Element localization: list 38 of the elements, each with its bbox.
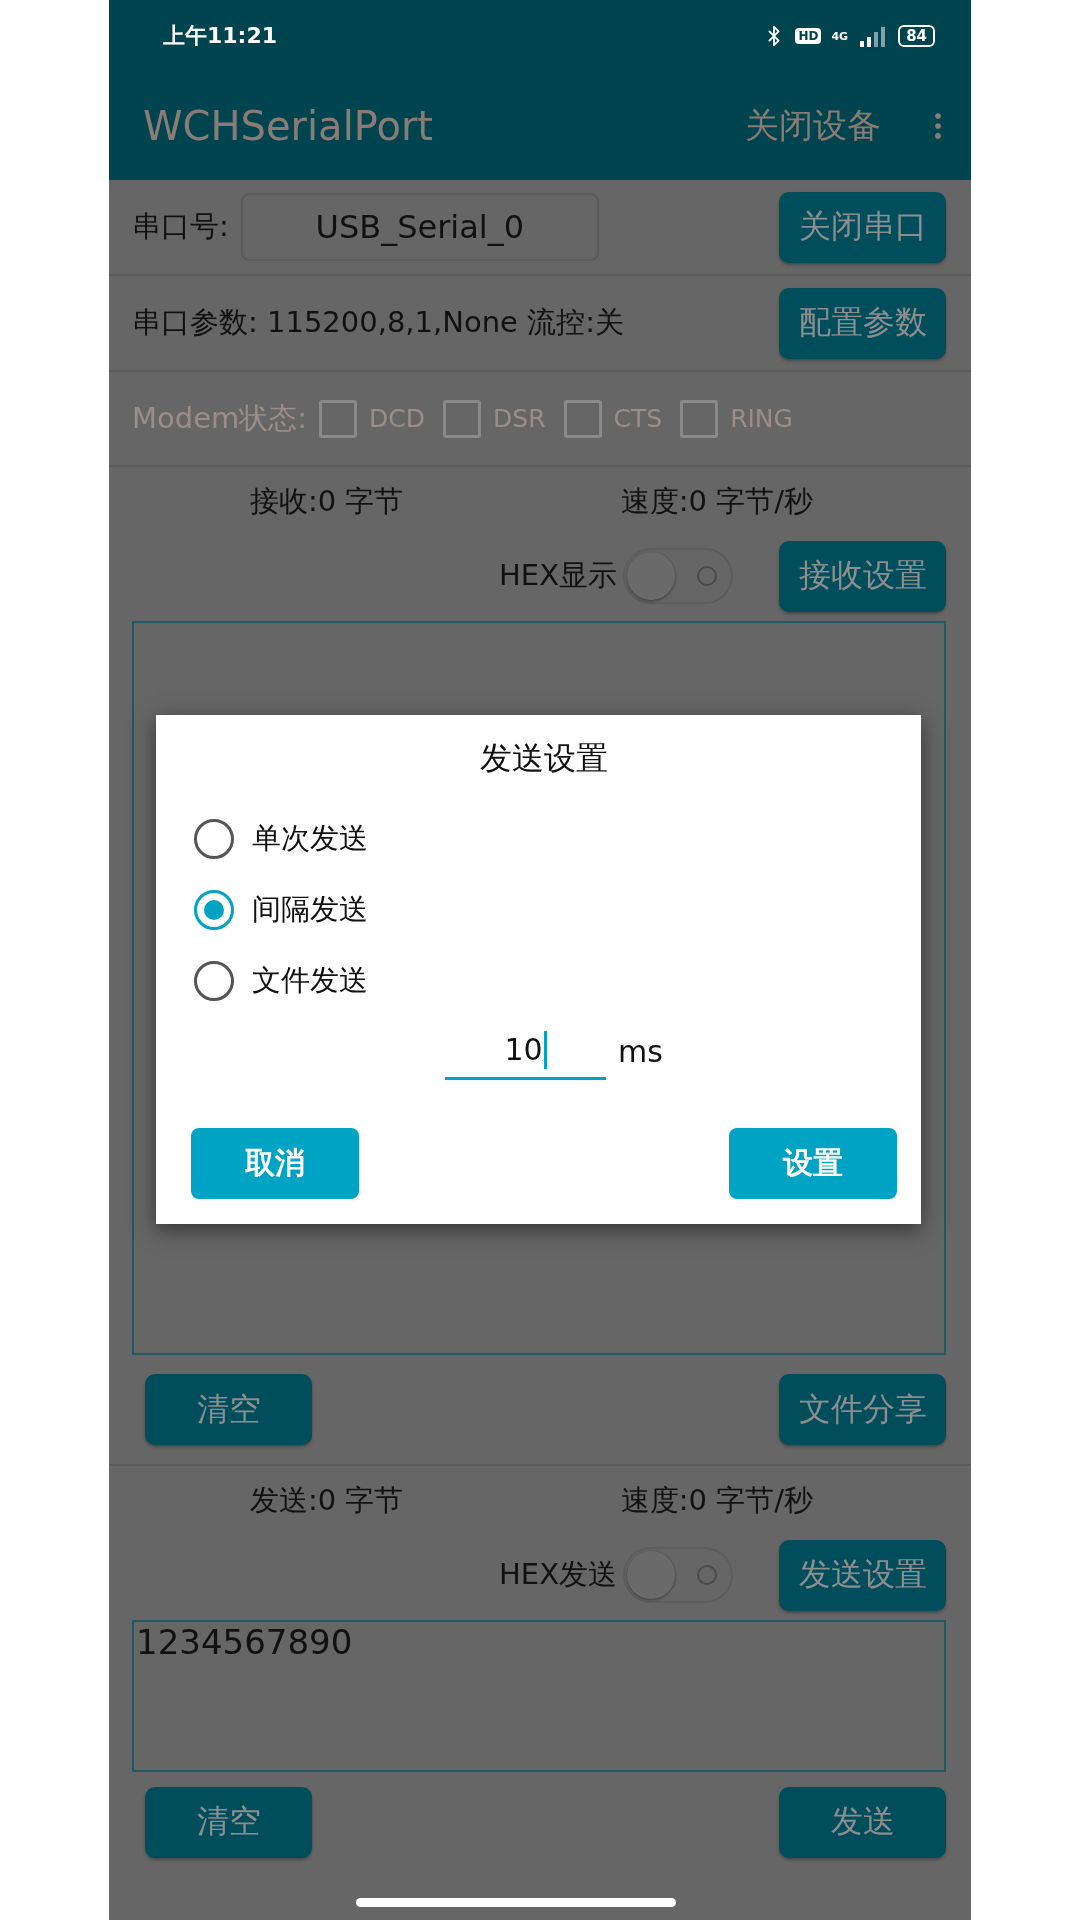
send-button[interactable]: 发送 [779,1786,946,1858]
option-label: 单次发送 [252,819,368,857]
option-label: 间隔发送 [252,890,368,928]
settings-button[interactable]: 接收设置 [779,540,946,612]
byte-count: 接收:0 字节 [250,483,404,520]
set-button[interactable]: 设置 [729,1128,897,1199]
speed-text: 速度:0 字节/秒 [620,483,813,520]
send-input[interactable]: 1234567890 [132,1620,946,1772]
option-label: 文件发送 [252,961,368,999]
close-port-button[interactable]: 关闭串口 [779,191,946,263]
close-device-action[interactable]: 关闭设备 [745,103,881,149]
interval-field[interactable]: 10 [445,1022,607,1080]
home-indicator[interactable] [356,1898,676,1907]
battery-indicator: 84 [898,25,935,47]
app-title: WCHSerialPort [143,103,434,149]
status-time: 上午11:21 [163,22,278,50]
unit-label: ms [618,1033,663,1069]
speed-text: 速度:0 字节/秒 [620,1482,813,1519]
hd-indicator: HD [795,28,822,44]
hex-label: HEX发送 [499,1556,617,1593]
radio-button[interactable] [194,818,234,859]
toggle-switch[interactable] [623,548,733,604]
config-button[interactable]: 配置参数 [779,287,946,359]
radio-button[interactable] [194,960,234,1001]
byte-count: 发送:0 字节 [250,1482,404,1519]
toggle-switch[interactable] [623,1547,733,1603]
clear-button[interactable]: 清空 [145,1786,312,1858]
settings-button[interactable]: 发送设置 [779,1539,946,1611]
network-type: 4G [831,29,849,43]
cancel-button[interactable]: 取消 [191,1128,359,1199]
port-params-text: 串口参数: 115200,8,1,None 流控:关 [132,304,624,341]
file-share-button[interactable]: 文件分享 [779,1374,946,1445]
hex-label: HEX显示 [499,557,617,594]
port-selector[interactable]: USB_Serial_0 [240,193,599,261]
port-label: 串口号: [132,208,229,245]
clear-button[interactable]: 清空 [145,1374,312,1445]
radio-button[interactable] [194,889,234,930]
dialog-title: 发送设置 [480,738,608,779]
